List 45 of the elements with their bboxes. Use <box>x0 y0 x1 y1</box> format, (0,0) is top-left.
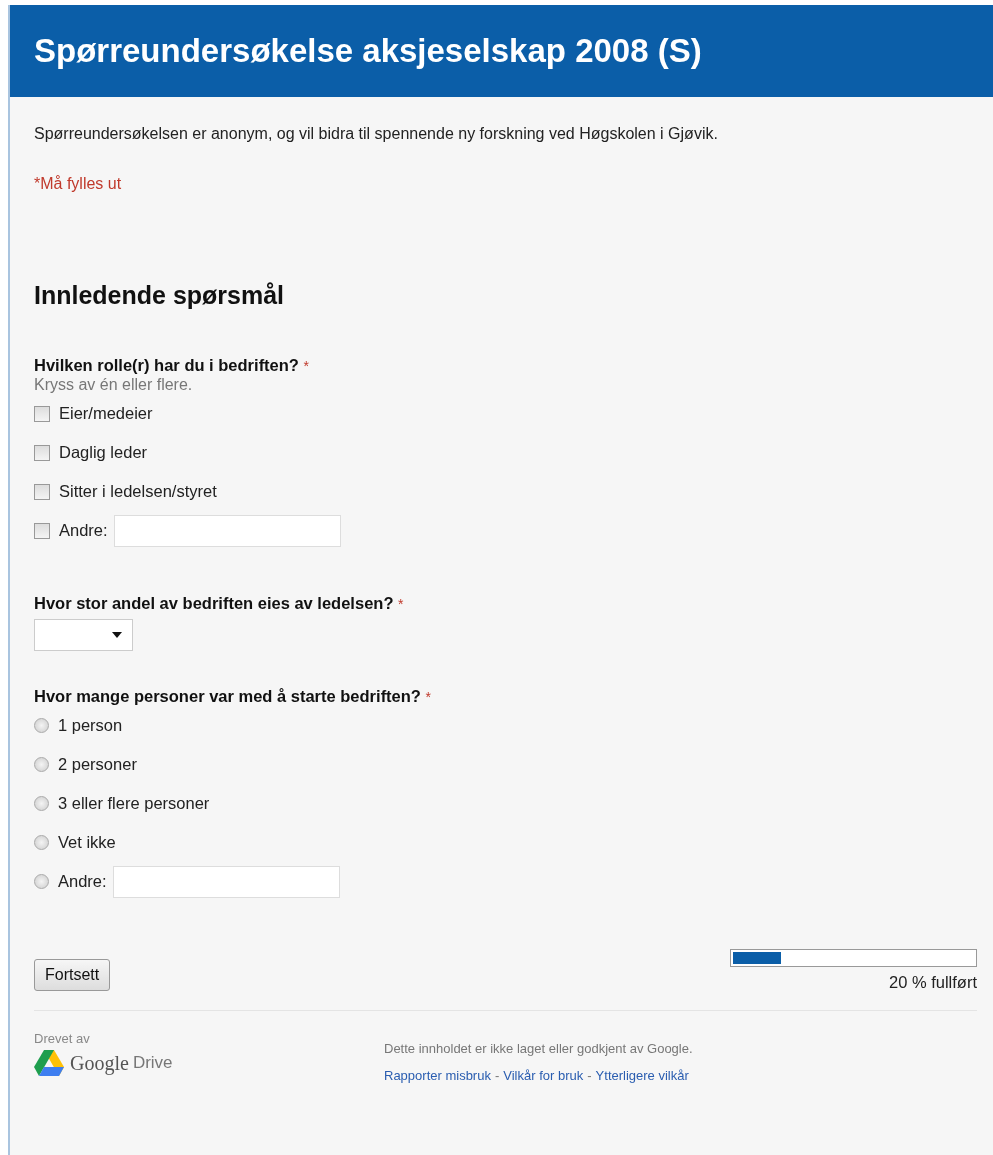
required-mark: * <box>398 596 404 612</box>
required-mark: * <box>425 689 431 705</box>
dropdown-caret-icon <box>112 632 122 638</box>
radio-button[interactable] <box>34 835 49 850</box>
footer-link[interactable]: Ytterligere vilkår <box>595 1068 689 1083</box>
option-label: Daglig leder <box>59 443 148 462</box>
form-title: Spørreundersøkelse aksjeselskap 2008 (S) <box>34 32 702 70</box>
option-label: 2 personer <box>58 755 137 774</box>
option-label: Eier/medeier <box>59 404 153 423</box>
continue-button[interactable]: Fortsett <box>34 959 111 991</box>
drive-logo-icon <box>34 1050 64 1076</box>
option-label: 3 eller flere personer <box>58 794 210 813</box>
form-description: Spørreundersøkelsen er anonym, og vil bidra til spennende ny forskning ved Høgskolen i Gjøvik. <box>34 124 719 143</box>
option-label: Andre: <box>59 521 108 540</box>
question-help: Kryss av én eller flere. <box>34 376 194 394</box>
question-title: Hvor mange personer var med å starte bedriften? <box>34 687 421 705</box>
question-title: Hvilken rolle(r) har du i bedriften? <box>34 356 299 374</box>
dropdown[interactable] <box>34 619 133 651</box>
checkbox[interactable] <box>34 444 50 461</box>
option-label: Vet ikke <box>58 833 116 852</box>
option-label: Sitter i ledelsen/styret <box>59 482 217 501</box>
other-input-field[interactable] <box>112 865 340 898</box>
link-separator: - <box>587 1068 592 1083</box>
question-title: Hvor stor andel av bedriften eies av ledelsen? <box>34 594 394 612</box>
radio-button[interactable] <box>34 874 49 889</box>
radio-button[interactable] <box>34 718 49 733</box>
link-separator: - <box>494 1068 500 1083</box>
option-label: 1 person <box>58 716 123 735</box>
option-label: Andre: <box>58 872 107 891</box>
radio-button[interactable] <box>34 796 49 811</box>
other-input-field[interactable] <box>113 514 341 547</box>
checkbox[interactable] <box>34 483 50 500</box>
required-note: *Må fylles ut <box>34 175 123 193</box>
disclaimer-text: Dette innholdet er ikke laget eller godkjent av Google. <box>384 1041 693 1056</box>
required-mark: * <box>303 358 309 374</box>
checkbox[interactable] <box>34 405 50 422</box>
section-title: Innledende spørsmål <box>34 281 286 310</box>
logo-wordmark: Google <box>70 1051 129 1075</box>
product-name: Drive <box>132 1053 173 1073</box>
footer-link[interactable]: Rapporter misbruk <box>384 1068 491 1083</box>
progress-label: 20 % fullført <box>888 973 977 992</box>
radio-button[interactable] <box>34 757 49 772</box>
powered-by-text: Drevet av <box>34 1031 91 1046</box>
footer-link[interactable]: Vilkår for bruk <box>503 1068 584 1083</box>
checkbox[interactable] <box>34 522 50 539</box>
